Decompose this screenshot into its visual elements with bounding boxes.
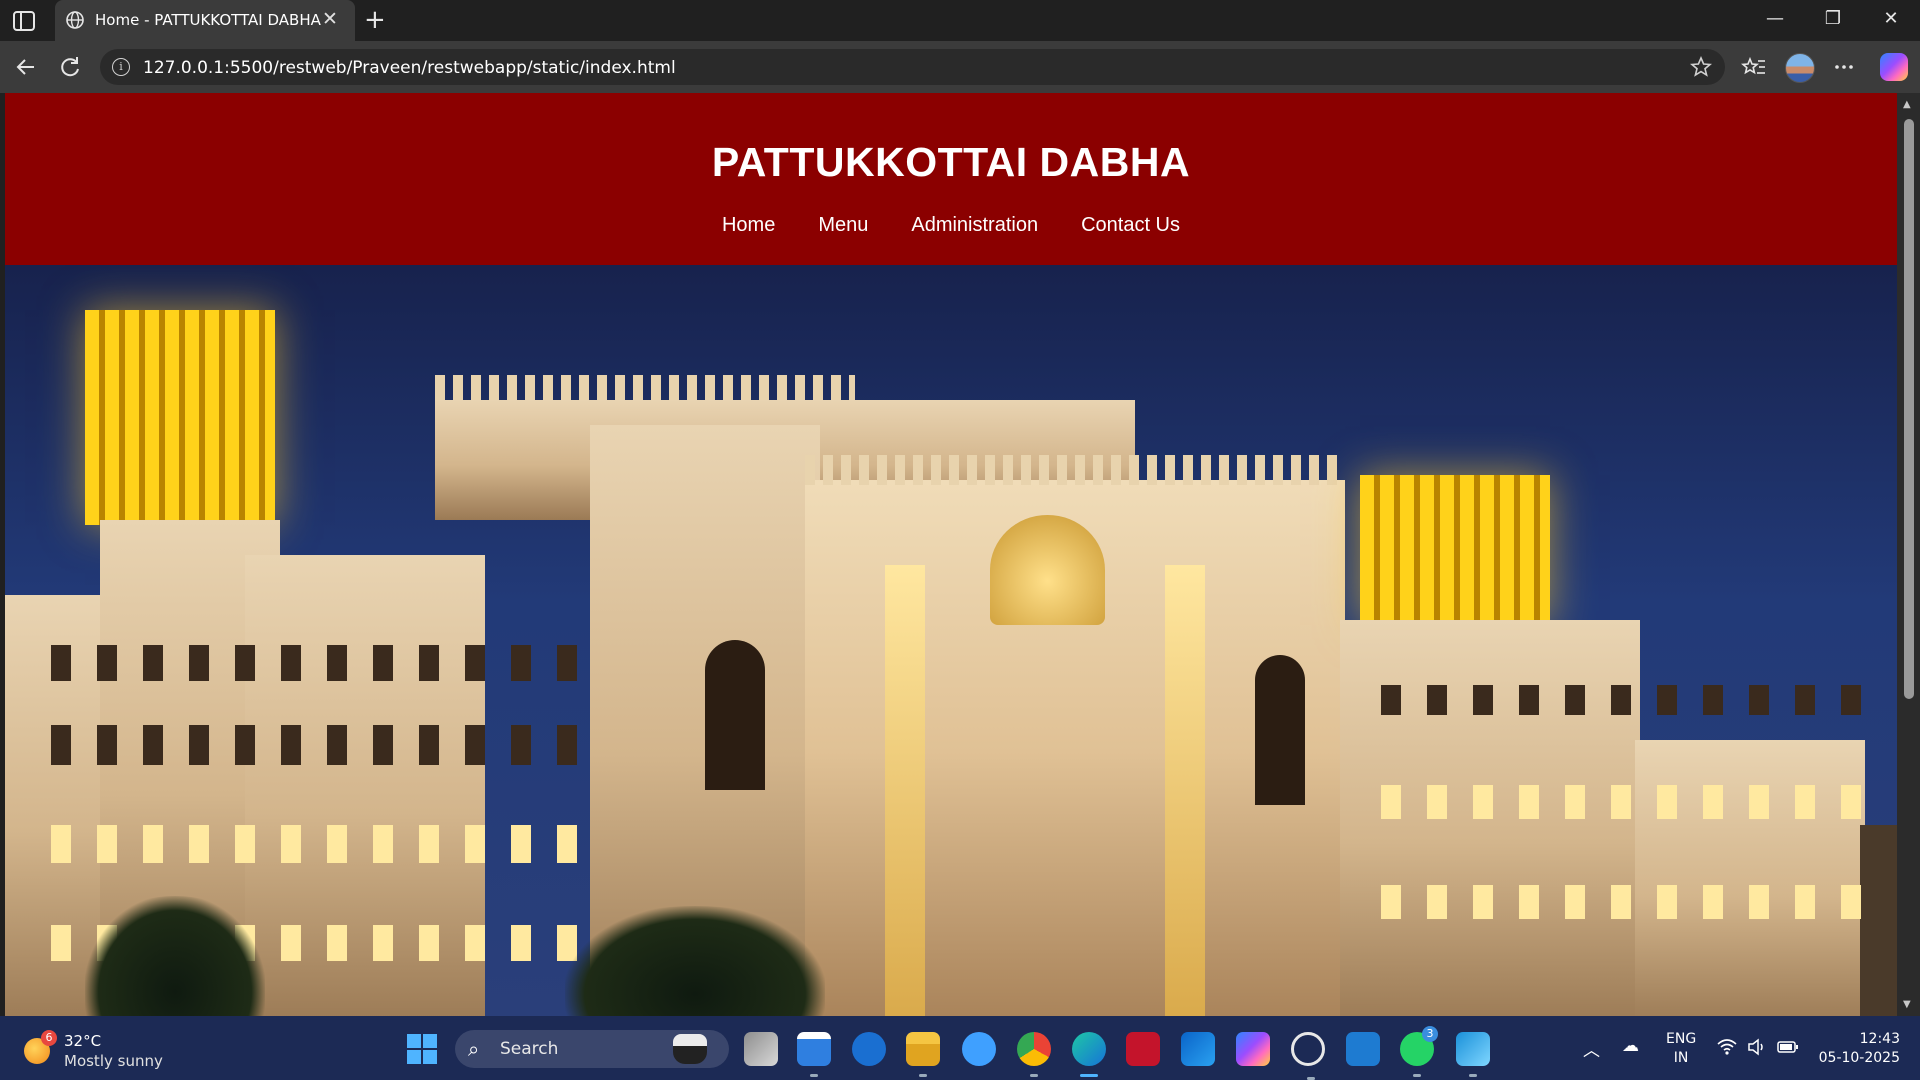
- hp-icon[interactable]: [852, 1032, 886, 1066]
- site-nav: Home Menu Administration Contact Us: [5, 214, 1897, 237]
- wifi-icon[interactable]: [1716, 1036, 1738, 1058]
- volume-icon[interactable]: [1746, 1036, 1768, 1058]
- far-right-shadow: [1860, 825, 1897, 1016]
- restore-icon[interactable]: ❐: [1818, 8, 1848, 30]
- favorite-star-icon[interactable]: [1689, 55, 1713, 79]
- lit-column: [885, 565, 925, 1016]
- nav-link-administration[interactable]: Administration: [911, 214, 1038, 237]
- window-row: [1355, 885, 1875, 919]
- window-row: [25, 645, 585, 681]
- whatsapp-icon[interactable]: 3: [1400, 1026, 1438, 1077]
- browser-toolbar: i 127.0.0.1:5500/restweb/Praveen/restweb…: [0, 41, 1920, 93]
- scrollbar-thumb[interactable]: [1904, 119, 1914, 699]
- arched-window: [1255, 655, 1305, 805]
- site-header: PATTUKKOTTAI DABHA Home Menu Administrat…: [5, 93, 1897, 265]
- photos-icon[interactable]: [1456, 1032, 1490, 1077]
- palm-tree: [85, 896, 265, 1016]
- weather-badge: 6: [41, 1030, 57, 1046]
- refresh-icon[interactable]: [56, 53, 84, 81]
- weather-condition: Mostly sunny: [64, 1052, 163, 1070]
- site-title: PATTUKKOTTAI DABHA: [711, 139, 1191, 185]
- nav-link-home[interactable]: Home: [722, 214, 775, 237]
- battery-icon[interactable]: [1776, 1036, 1800, 1058]
- palm-tree: [565, 906, 825, 1016]
- taskbar-search[interactable]: ⌕ Search: [455, 1030, 729, 1068]
- central-arch: [990, 515, 1105, 625]
- arched-window: [705, 640, 765, 790]
- outlook-icon[interactable]: [1181, 1032, 1215, 1066]
- minimize-icon[interactable]: —: [1760, 8, 1790, 30]
- close-tab-icon[interactable]: ✕: [322, 8, 338, 30]
- chevron-up-icon[interactable]: ︿: [1583, 1036, 1600, 1061]
- window-row: [25, 725, 585, 765]
- tab-title: Home - PATTUKKOTTAI DABHA: [95, 11, 321, 29]
- whatsapp-badge: 3: [1422, 1026, 1438, 1042]
- nav-link-contact-us[interactable]: Contact Us: [1081, 214, 1180, 237]
- copilot-icon[interactable]: [1880, 53, 1908, 81]
- page-scrollbar[interactable]: ▲ ▼: [1897, 93, 1920, 1016]
- vscode-icon[interactable]: [1346, 1032, 1380, 1066]
- store-icon[interactable]: [797, 1032, 831, 1077]
- window-row: [1355, 685, 1875, 715]
- onedrive-icon[interactable]: ☁: [1622, 1036, 1639, 1056]
- language-code: ENG: [1666, 1031, 1697, 1047]
- new-tab-button[interactable]: +: [364, 6, 386, 34]
- browser-tab[interactable]: Home - PATTUKKOTTAI DABHA ✕: [55, 0, 355, 41]
- windows-taskbar: 6 32°C Mostly sunny ⌕ Search 3 ︿ ☁ ENG I…: [0, 1016, 1920, 1080]
- windows-start-icon[interactable]: [407, 1034, 437, 1064]
- right-lit-tower: [1360, 475, 1550, 625]
- language-region: IN: [1673, 1050, 1689, 1066]
- more-icon[interactable]: [1828, 51, 1860, 83]
- browser-tab-bar: Home - PATTUKKOTTAI DABHA ✕ + — ❐ ✕: [0, 0, 1920, 41]
- scroll-up-icon[interactable]: ▲: [1903, 99, 1911, 110]
- search-highlight-icon: [673, 1034, 707, 1064]
- page-viewport: PATTUKKOTTAI DABHA Home Menu Administrat…: [5, 93, 1897, 1016]
- site-info-icon[interactable]: i: [112, 58, 130, 76]
- url-text[interactable]: 127.0.0.1:5500/restweb/Praveen/restwebap…: [143, 58, 676, 78]
- weather-temp: 32°C: [64, 1032, 102, 1050]
- edge-icon[interactable]: [1072, 1032, 1106, 1077]
- search-icon: ⌕: [468, 1037, 480, 1061]
- profile-avatar[interactable]: [1785, 53, 1815, 83]
- far-right-block: [1635, 740, 1865, 1016]
- help-icon[interactable]: [962, 1032, 996, 1066]
- back-icon[interactable]: [12, 53, 40, 81]
- favorites-icon[interactable]: [1738, 51, 1770, 83]
- clock-date: 05-10-2025: [1818, 1050, 1900, 1066]
- task-view-icon[interactable]: [744, 1032, 778, 1066]
- window-row: [25, 825, 585, 863]
- copilot-app-icon[interactable]: [1236, 1032, 1270, 1066]
- globe-icon: [66, 11, 84, 29]
- chatgpt-icon[interactable]: [1291, 1032, 1325, 1080]
- sidebar-icon[interactable]: [12, 10, 36, 32]
- language-indicator[interactable]: ENG IN: [1666, 1030, 1696, 1068]
- scroll-down-icon[interactable]: ▼: [1903, 999, 1911, 1010]
- address-bar[interactable]: i 127.0.0.1:5500/restweb/Praveen/restweb…: [100, 49, 1725, 85]
- mcafee-icon[interactable]: [1126, 1032, 1160, 1066]
- chrome-icon[interactable]: [1017, 1032, 1051, 1077]
- hero-image: [5, 265, 1897, 1016]
- window-row: [1355, 785, 1875, 819]
- center-crenels: [805, 455, 1345, 485]
- nav-link-menu[interactable]: Menu: [818, 214, 868, 237]
- clock-time: 12:43: [1859, 1031, 1900, 1047]
- left-lit-tower: [85, 310, 275, 525]
- file-explorer-icon[interactable]: [906, 1032, 940, 1077]
- search-placeholder: Search: [500, 1039, 559, 1059]
- close-window-icon[interactable]: ✕: [1876, 8, 1906, 30]
- lit-column: [1165, 565, 1205, 1016]
- system-clock[interactable]: 12:43 05-10-2025: [1810, 1030, 1900, 1068]
